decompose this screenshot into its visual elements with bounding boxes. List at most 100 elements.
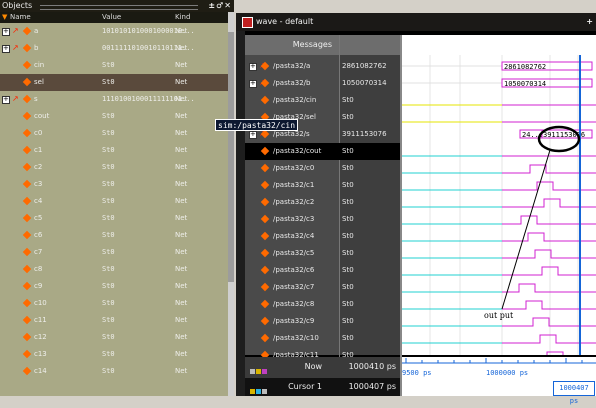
expand-icon[interactable]: [2, 23, 10, 40]
signal-value: St0: [342, 147, 354, 155]
cursor-value: 1000407 ps: [348, 382, 396, 391]
scrollbar-thumb[interactable]: [228, 32, 234, 282]
annotation-pointer: [501, 149, 551, 310]
wave-signal-row[interactable]: /pasta32/c7 St0: [245, 279, 400, 296]
objects-title: Objects: [2, 1, 33, 10]
object-row[interactable]: c14 St0 Net: [0, 363, 228, 380]
object-value: St0: [102, 61, 115, 69]
object-kind: Net: [175, 231, 188, 239]
wave-window-controls[interactable]: +: [586, 13, 593, 31]
wave-signal-row[interactable]: /pasta32/c3 St0: [245, 211, 400, 228]
net-icon: [22, 247, 32, 257]
object-kind: Net: [175, 112, 188, 120]
object-row[interactable]: ↗s1110100100011111101...Net: [0, 91, 228, 108]
wave-signal-row[interactable]: /pasta32/c1 St0: [245, 177, 400, 194]
wave-window-icon: [242, 17, 253, 28]
window-controls[interactable]: ±♂✕: [208, 0, 232, 12]
col-name[interactable]: Name: [10, 12, 31, 23]
signal-value: St0: [342, 215, 354, 223]
object-row[interactable]: cout St0 Net: [0, 108, 228, 125]
wave-signal-row[interactable]: /pasta32/c0 St0: [245, 160, 400, 177]
object-row[interactable]: ↗b0011111010010110111...Net: [0, 40, 228, 57]
bit-wave-line: [502, 164, 596, 174]
object-name: c3: [34, 180, 43, 188]
net-icon: [260, 248, 270, 258]
wave-signal-row[interactable]: /pasta32/cin St0: [245, 92, 400, 109]
object-row[interactable]: sel St0 Net: [0, 74, 228, 91]
net-icon: [22, 128, 32, 138]
object-name: c0: [34, 129, 43, 137]
wave-signal-row[interactable]: /pasta32/c4 St0: [245, 228, 400, 245]
wave-signal-row[interactable]: ↗/pasta32/a2861082762: [245, 58, 400, 75]
net-icon: [22, 60, 32, 70]
bit-wave-line: [502, 283, 596, 293]
signal-name: /pasta32/c3: [273, 215, 315, 223]
cursor-time-box[interactable]: 1000407 ps: [553, 381, 595, 405]
object-row[interactable]: c5 St0 Net: [0, 210, 228, 227]
drag-grip[interactable]: [40, 5, 198, 10]
object-value: St0: [102, 112, 115, 120]
net-icon: [22, 162, 32, 172]
object-kind: Net: [175, 197, 188, 205]
object-row[interactable]: c2 St0 Net: [0, 159, 228, 176]
object-row[interactable]: c11 St0 Net: [0, 312, 228, 329]
object-row[interactable]: c6 St0 Net: [0, 227, 228, 244]
net-icon: [260, 282, 270, 292]
object-row[interactable]: c0 St0 Net: [0, 125, 228, 142]
value-header: [340, 35, 400, 55]
object-row[interactable]: c1 St0 Net: [0, 142, 228, 159]
wave-signal-row[interactable]: /pasta32/c2 St0: [245, 194, 400, 211]
now-icons: [250, 364, 270, 374]
expand-icon[interactable]: [249, 126, 257, 143]
object-row[interactable]: c7 St0 Net: [0, 244, 228, 261]
net-icon: [22, 145, 32, 155]
object-row[interactable]: c12 St0 Net: [0, 329, 228, 346]
col-value[interactable]: Value: [102, 12, 121, 23]
cursor-icons[interactable]: [250, 383, 270, 394]
cursor-label: Cursor 1: [288, 382, 322, 391]
object-value: St0: [102, 231, 115, 239]
wave-signal-row[interactable]: ↗/pasta32/b1050070314: [245, 75, 400, 92]
sort-icon[interactable]: ▼: [2, 12, 7, 23]
signal-value: St0: [342, 96, 354, 104]
object-name: c6: [34, 231, 43, 239]
signal-value: 1050070314: [342, 79, 387, 87]
wave-signal-row[interactable]: /pasta32/c9 St0: [245, 313, 400, 330]
object-name: c4: [34, 197, 43, 205]
time-ruler[interactable]: 9500 ps 1000000 ps: [402, 357, 596, 378]
object-value: St0: [102, 180, 115, 188]
expand-icon[interactable]: [249, 58, 257, 75]
now-label: Now: [304, 362, 322, 371]
net-icon: [22, 298, 32, 308]
expand-icon[interactable]: [2, 91, 10, 108]
object-row[interactable]: c13 St0 Net: [0, 346, 228, 363]
wave-signal-row[interactable]: /pasta32/cout St0: [245, 143, 400, 160]
wave-signal-row[interactable]: /pasta32/c5 St0: [245, 245, 400, 262]
object-name: b: [34, 44, 39, 52]
expand-icon[interactable]: [2, 40, 10, 57]
now-row: Now 1000410 ps: [245, 359, 400, 375]
object-row[interactable]: c3 St0 Net: [0, 176, 228, 193]
object-row[interactable]: c8 St0 Net: [0, 261, 228, 278]
wave-signal-row[interactable]: /pasta32/c10 St0: [245, 330, 400, 347]
object-name: c13: [34, 350, 47, 358]
wave-toolbar-gutter: [236, 31, 245, 396]
wave-signal-row[interactable]: /pasta32/c6 St0: [245, 262, 400, 279]
object-row[interactable]: c4 St0 Net: [0, 193, 228, 210]
object-kind: Net: [175, 146, 188, 154]
expand-icon[interactable]: [249, 75, 257, 92]
object-row[interactable]: c10 St0 Net: [0, 295, 228, 312]
object-kind: Net: [175, 78, 188, 86]
col-kind[interactable]: Kind: [175, 12, 190, 23]
object-row[interactable]: c9 St0 Net: [0, 278, 228, 295]
object-row[interactable]: cin St0 Net: [0, 57, 228, 74]
wave-signal-row[interactable]: /pasta32/c8 St0: [245, 296, 400, 313]
wave-title-bar[interactable]: wave - default +: [236, 13, 596, 31]
waveform-plot[interactable]: 2861082762 1050070314 24... 3911153076: [402, 55, 596, 355]
objects-scrollbar[interactable]: [228, 12, 234, 396]
messages-header: Messages: [245, 35, 340, 55]
object-name: c11: [34, 316, 47, 324]
objects-title-bar[interactable]: Objects ±♂✕: [0, 0, 234, 12]
cursor-row[interactable]: Cursor 1 1000407 ps: [245, 378, 400, 396]
object-row[interactable]: ↗a1010101010001000010...Net: [0, 23, 228, 40]
